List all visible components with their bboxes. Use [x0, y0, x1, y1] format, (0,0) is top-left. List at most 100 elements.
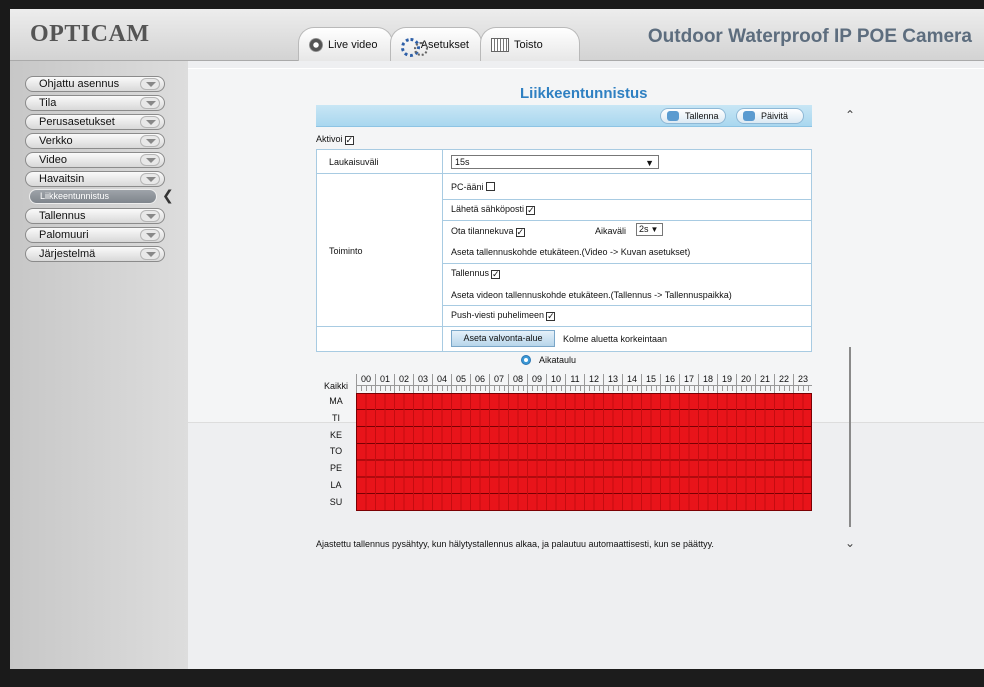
column-divider [442, 150, 443, 351]
hour-label[interactable]: 18 [698, 374, 717, 393]
tab-playback[interactable]: Toisto [480, 27, 580, 61]
chevron-down-icon: ▼ [650, 225, 659, 234]
hour-label[interactable]: 02 [394, 374, 413, 393]
hour-label[interactable]: 23 [793, 374, 812, 393]
hour-label[interactable]: 03 [413, 374, 432, 393]
push-checkbox[interactable]: ✓ [546, 312, 556, 321]
hour-label[interactable]: 00 [356, 374, 375, 393]
hour-label[interactable]: 15 [641, 374, 660, 393]
trigger-interval-select[interactable]: 15s ▼ [451, 155, 659, 169]
opticam-logo: OPTICAM [30, 21, 150, 47]
hour-label[interactable]: 08 [508, 374, 527, 393]
action-toolbar: Tallenna Päivitä [316, 105, 812, 127]
sidebar-item-label: Palomuuri [39, 229, 89, 241]
sidebar-item-label: Järjestelmä [39, 248, 96, 260]
sidebar-item-detector[interactable]: Havaitsin [25, 171, 165, 187]
sidebar-item-firewall[interactable]: Palomuuri [25, 227, 165, 243]
hour-label[interactable]: 12 [584, 374, 603, 393]
hour-label[interactable]: 07 [489, 374, 508, 393]
recording-hint: Aseta videon tallennuskohde etukäteen.(T… [451, 290, 732, 300]
sidebar-item-label: Havaitsin [39, 173, 85, 185]
hour-header: 00 01 02 03 04 05 06 07 08 09 10 11 12 1… [356, 374, 812, 393]
trigger-interval-label: Laukaisuväli [329, 157, 379, 167]
day-label[interactable]: TI [316, 410, 356, 427]
hour-label[interactable]: 16 [660, 374, 679, 393]
day-label[interactable]: TO [316, 443, 356, 460]
sidebar-item-video[interactable]: Video [25, 152, 165, 168]
chevron-down-icon[interactable]: ⌄ [845, 536, 855, 550]
snapshot-label: Ota tilannekuva [451, 226, 514, 236]
hour-label[interactable]: 22 [774, 374, 793, 393]
pc-sound-row: PC-ääni [451, 182, 495, 192]
hour-label[interactable]: 01 [375, 374, 394, 393]
sidebar-item-label: Perusasetukset [39, 116, 115, 128]
snapshot-interval-select[interactable]: 2s ▼ [636, 223, 663, 236]
sidebar-item-setup-wizard[interactable]: Ohjattu asennus [25, 76, 165, 92]
enable-label: Aktivoi [316, 134, 343, 144]
hour-label[interactable]: 04 [432, 374, 451, 393]
day-label[interactable]: MA [316, 393, 356, 410]
hour-label[interactable]: 21 [755, 374, 774, 393]
hour-label[interactable]: 11 [565, 374, 584, 393]
sidebar-item-system[interactable]: Järjestelmä [25, 246, 165, 262]
day-label[interactable]: SU [316, 494, 356, 511]
row-divider [442, 199, 811, 200]
row-divider [442, 305, 811, 306]
schedule-note: Ajastettu tallennus pysähtyy, kun hälyty… [316, 539, 714, 549]
save-button[interactable]: Tallenna [660, 108, 726, 124]
select-all-label[interactable]: Kaikki [316, 381, 356, 391]
row-divider [442, 220, 811, 221]
snapshot-row: Ota tilannekuva ✓ [451, 226, 525, 237]
hour-label[interactable]: 14 [622, 374, 641, 393]
sidebar-item-label: Tallennus [39, 210, 86, 222]
hour-label[interactable]: 20 [736, 374, 755, 393]
day-label[interactable]: LA [316, 477, 356, 494]
row-divider [442, 263, 811, 264]
hour-label[interactable]: 09 [527, 374, 546, 393]
refresh-button[interactable]: Päivitä [736, 108, 804, 124]
schedule-radio[interactable] [521, 355, 531, 365]
email-checkbox[interactable]: ✓ [526, 206, 536, 215]
set-detection-area-button[interactable]: Aseta valvonta-alue [451, 330, 555, 347]
film-icon [491, 37, 509, 52]
camera-icon [309, 37, 323, 52]
enable-checkbox[interactable]: ✓ [344, 136, 354, 145]
interval-label: Aikaväli [595, 226, 627, 236]
day-label[interactable]: PE [316, 460, 356, 477]
tab-settings[interactable]: Asetukset [390, 27, 482, 61]
refresh-icon [743, 111, 755, 121]
hour-label[interactable]: 05 [451, 374, 470, 393]
sidebar-item-basic-settings[interactable]: Perusasetukset [25, 114, 165, 130]
snapshot-checkbox[interactable]: ✓ [515, 228, 525, 237]
hour-label[interactable]: 17 [679, 374, 698, 393]
day-label[interactable]: KE [316, 427, 356, 444]
pc-sound-checkbox[interactable] [485, 182, 495, 191]
sidebar-item-recording[interactable]: Tallennus [25, 208, 165, 224]
recording-row: Tallennus ✓ [451, 268, 501, 279]
chevron-down-icon [140, 78, 160, 90]
hour-label[interactable]: 13 [603, 374, 622, 393]
save-button-label: Tallenna [685, 111, 719, 121]
tab-live-video[interactable]: Live video [298, 27, 393, 61]
chevron-down-icon [140, 173, 160, 185]
row-divider [317, 173, 811, 174]
sidebar-subitem-motion-detection[interactable]: Liikkeentunnistus [29, 189, 157, 204]
recording-checkbox[interactable]: ✓ [491, 270, 501, 279]
snapshot-interval-value: 2s [639, 224, 649, 234]
hour-label[interactable]: 10 [546, 374, 565, 393]
enable-row: Aktivoi ✓ [316, 134, 354, 145]
hour-label[interactable]: 19 [717, 374, 736, 393]
chevron-up-icon[interactable]: ⌃ [845, 108, 855, 122]
scrollbar[interactable]: ⌃ ⌄ [838, 105, 862, 552]
chevron-down-icon [140, 97, 160, 109]
page-title: Liikkeentunnistus [520, 85, 648, 102]
day-column: MA TI KE TO PE LA SU [316, 393, 356, 511]
push-label: Push-viesti puhelimeen [451, 310, 545, 320]
active-indicator-icon: ❮ [162, 187, 174, 203]
sidebar-item-status[interactable]: Tila [25, 95, 165, 111]
scrollbar-thumb[interactable] [849, 347, 851, 527]
sidebar-item-network[interactable]: Verkko [25, 133, 165, 149]
hour-label[interactable]: 06 [470, 374, 489, 393]
bottom-bar [10, 669, 984, 687]
schedule-grid[interactable] [356, 393, 812, 511]
